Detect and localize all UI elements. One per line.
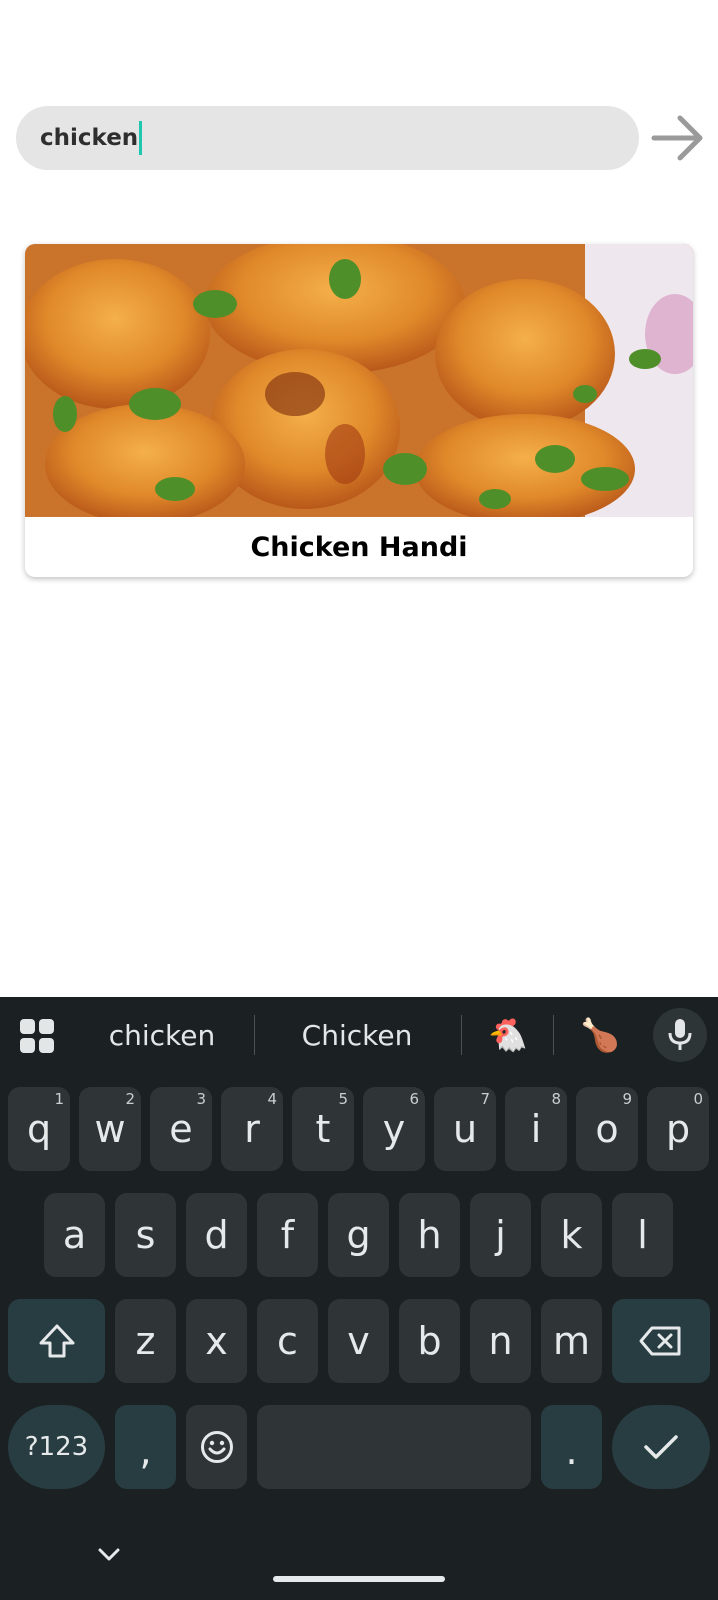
key-h[interactable]: h (399, 1193, 460, 1277)
key-label: y (382, 1107, 406, 1151)
smiley-icon (200, 1431, 233, 1463)
key-r[interactable]: r4 (221, 1087, 283, 1171)
key-label: p (665, 1107, 691, 1151)
backspace-icon (639, 1326, 681, 1356)
key-n[interactable]: n (470, 1299, 531, 1383)
key-hint: 0 (693, 1090, 703, 1108)
key-hint: 7 (480, 1090, 490, 1108)
drumstick-emoji-suggestion[interactable]: 🍗 (562, 997, 638, 1073)
suggestion-divider (461, 1015, 462, 1055)
microphone-icon (668, 1019, 692, 1050)
shift-icon (39, 1324, 74, 1358)
key-d[interactable]: d (186, 1193, 247, 1277)
recipe-image (25, 244, 693, 517)
arrow-right-icon (651, 115, 703, 161)
key-u[interactable]: u7 (434, 1087, 496, 1171)
key-x[interactable]: x (186, 1299, 247, 1383)
home-indicator[interactable] (273, 1576, 445, 1582)
chevron-down-icon[interactable] (96, 1547, 122, 1563)
search-submit-button[interactable] (650, 110, 706, 166)
key-l[interactable]: l (612, 1193, 673, 1277)
backspace-key[interactable] (612, 1299, 710, 1383)
suggestion-chicken[interactable]: chicken (78, 997, 246, 1073)
on-screen-keyboard: chicken Chicken 🐔 🍗 q1 w2 e3 r4 t5 y6 u7… (0, 997, 718, 1600)
key-hint: 1 (54, 1090, 64, 1108)
text-caret (139, 121, 143, 155)
chicken-emoji-suggestion[interactable]: 🐔 (470, 997, 546, 1073)
key-f[interactable]: f (257, 1193, 318, 1277)
key-hint: 3 (196, 1090, 206, 1108)
key-hint: 9 (622, 1090, 632, 1108)
recipe-title: Chicken Handi (250, 531, 468, 563)
key-v[interactable]: v (328, 1299, 389, 1383)
key-y[interactable]: y6 (363, 1087, 425, 1171)
key-b[interactable]: b (399, 1299, 460, 1383)
key-p[interactable]: p0 (647, 1087, 709, 1171)
suggestion-bar: chicken Chicken 🐔 🍗 (0, 997, 718, 1073)
key-hint: 5 (338, 1090, 348, 1108)
enter-key[interactable] (612, 1405, 710, 1489)
key-label: u (452, 1107, 478, 1151)
key-label: t (315, 1107, 331, 1151)
suggestion-divider (254, 1015, 255, 1055)
key-label: r (244, 1107, 260, 1151)
key-label: e (169, 1107, 193, 1151)
key-k[interactable]: k (541, 1193, 602, 1277)
key-i[interactable]: i8 (505, 1087, 567, 1171)
shift-key[interactable] (8, 1299, 105, 1383)
suggestion-divider (553, 1015, 554, 1055)
key-j[interactable]: j (470, 1193, 531, 1277)
key-hint: 8 (551, 1090, 561, 1108)
key-t[interactable]: t5 (292, 1087, 354, 1171)
key-label: w (94, 1107, 126, 1151)
key-g[interactable]: g (328, 1193, 389, 1277)
key-label: i (530, 1107, 542, 1151)
key-hint: 6 (409, 1090, 419, 1108)
key-w[interactable]: w2 (79, 1087, 141, 1171)
key-q[interactable]: q1 (8, 1087, 70, 1171)
key-m[interactable]: m (541, 1299, 602, 1383)
key-c[interactable]: c (257, 1299, 318, 1383)
search-input-value: chicken (40, 125, 139, 151)
search-input[interactable]: chicken (16, 106, 639, 170)
key-hint: 2 (125, 1090, 135, 1108)
voice-input-button[interactable] (653, 1008, 707, 1062)
recipe-card[interactable]: Chicken Handi (25, 244, 693, 577)
apps-grid-icon[interactable] (20, 1019, 54, 1053)
symbols-key[interactable]: ?123 (8, 1405, 105, 1489)
key-label: q (26, 1107, 52, 1151)
checkmark-icon (644, 1435, 678, 1459)
comma-key[interactable]: , (115, 1405, 176, 1489)
space-key[interactable] (257, 1405, 531, 1489)
key-e[interactable]: e3 (150, 1087, 212, 1171)
emoji-key[interactable] (186, 1405, 247, 1489)
key-label: o (595, 1107, 619, 1151)
key-hint: 4 (267, 1090, 277, 1108)
suggestion-chicken-capitalized[interactable]: Chicken (262, 997, 452, 1073)
key-a[interactable]: a (44, 1193, 105, 1277)
period-key[interactable]: . (541, 1405, 602, 1489)
key-s[interactable]: s (115, 1193, 176, 1277)
key-z[interactable]: z (115, 1299, 176, 1383)
key-o[interactable]: o9 (576, 1087, 638, 1171)
